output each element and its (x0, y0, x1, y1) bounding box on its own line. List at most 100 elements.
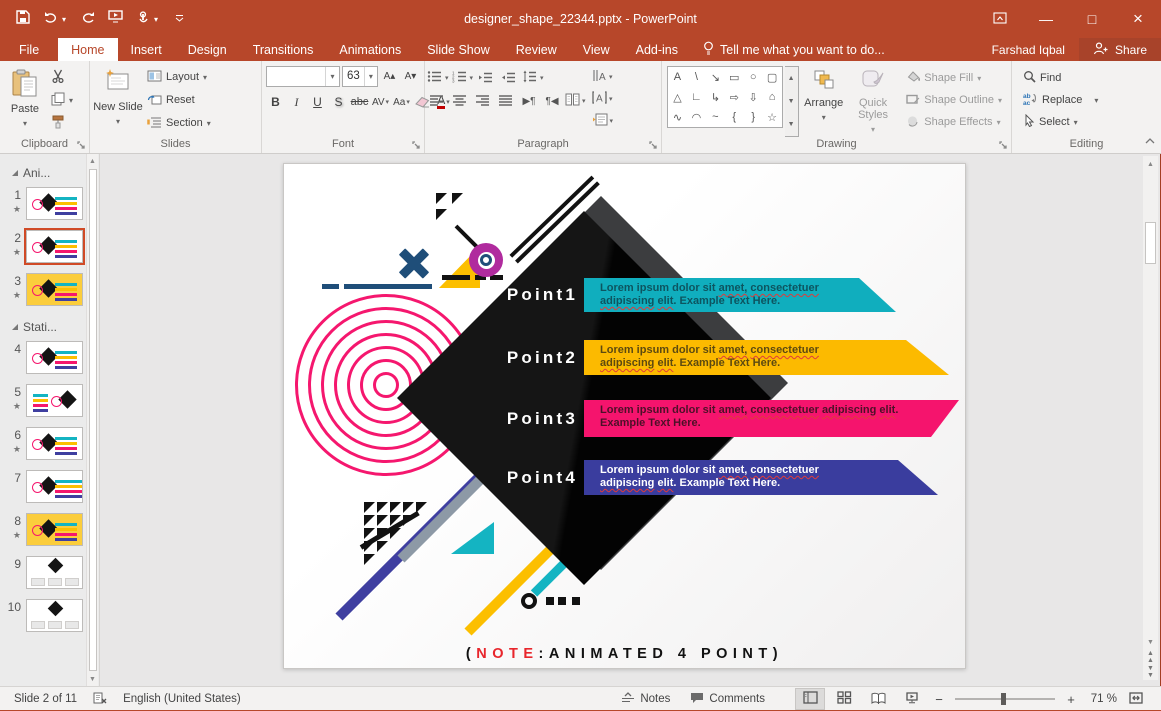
zoom-percentage[interactable]: 71 % (1083, 693, 1117, 705)
line-spacing-button[interactable]: ▾ (522, 68, 544, 88)
font-dialog-launcher-icon[interactable] (411, 140, 422, 151)
slide-thumbnail-4[interactable]: 4 (0, 341, 87, 374)
tab-design[interactable]: Design (175, 38, 240, 61)
point-label-1[interactable]: Point1 (434, 285, 578, 305)
rtl-text-direction-button[interactable]: ¶◀ (542, 91, 562, 111)
spell-check-icon[interactable] (93, 692, 107, 707)
scroll-up-icon[interactable]: ▲ (1147, 156, 1154, 172)
clipboard-dialog-launcher-icon[interactable] (76, 140, 87, 151)
collapse-ribbon-icon[interactable] (1145, 131, 1155, 149)
shape-right-arrow-icon[interactable]: ⇨ (725, 87, 744, 107)
tab-file[interactable]: File (0, 38, 58, 61)
close-button[interactable]: × (1115, 0, 1161, 38)
start-slideshow-icon[interactable] (102, 5, 128, 33)
text-shadow-button[interactable]: S (329, 92, 348, 113)
slideshow-view-button[interactable] (897, 688, 927, 710)
notes-button[interactable]: Notes (613, 687, 678, 711)
point-label-3[interactable]: Point3 (434, 409, 578, 429)
minimize-button[interactable]: — (1023, 0, 1069, 38)
replace-button[interactable]: abacReplace▾ (1020, 90, 1101, 110)
next-slide-button[interactable]: ▼▼ (1147, 665, 1154, 680)
shape-scribble-icon[interactable]: ∿ (668, 107, 687, 127)
align-center-button[interactable] (450, 91, 470, 111)
numbering-button[interactable]: 123▾ (452, 68, 474, 88)
shape-isoceles-triangle-icon[interactable]: △ (668, 87, 687, 107)
bullets-button[interactable]: ▾ (427, 68, 449, 88)
normal-view-button[interactable] (795, 688, 825, 710)
zoom-slider-thumb[interactable] (1001, 693, 1006, 705)
thumb-scroll-down-icon[interactable]: ▼ (89, 672, 96, 686)
slide-note-text[interactable]: (NOTE:ANIMATED 4 POINT) (284, 646, 965, 662)
shape-arc-icon[interactable]: ◠ (687, 107, 706, 127)
point-label-2[interactable]: Point2 (434, 348, 578, 368)
slide-thumbnail-1[interactable]: 1★ (0, 187, 87, 220)
point-banner-4[interactable]: Lorem ipsum dolor sit amet, consectetuer… (584, 460, 938, 495)
increase-font-size-button[interactable]: A▴ (380, 66, 399, 87)
align-text-button[interactable]: A▾ (592, 89, 614, 109)
scroll-thumb[interactable] (1145, 222, 1156, 264)
slide-sorter-view-button[interactable] (829, 688, 859, 710)
shape-rounded-rectangle-icon[interactable]: ▢ (763, 67, 782, 87)
font-size-combo[interactable]: 63▾ (342, 66, 378, 87)
increase-indent-button[interactable] (499, 68, 519, 88)
zoom-slider[interactable] (955, 698, 1055, 700)
touch-mode-dropdown-icon[interactable]: ▾ (154, 15, 164, 24)
tab-home[interactable]: Home (58, 38, 117, 61)
arrange-button[interactable]: Arrange▾ (799, 63, 849, 137)
align-left-button[interactable] (427, 91, 447, 111)
change-case-button[interactable]: Aa▾ (392, 92, 411, 113)
shape-left-brace-icon[interactable]: { (725, 107, 744, 127)
reading-view-button[interactable] (863, 688, 893, 710)
find-button[interactable]: Find (1020, 68, 1101, 88)
justify-button[interactable] (496, 91, 516, 111)
share-button[interactable]: Share (1079, 38, 1161, 61)
select-button[interactable]: Select▾ (1020, 112, 1101, 132)
cut-button[interactable] (48, 67, 76, 87)
ltr-text-direction-button[interactable]: ▶¶ (519, 91, 539, 111)
tab-view[interactable]: View (570, 38, 623, 61)
point-banner-1[interactable]: Lorem ipsum dolor sit amet, consectetuer… (584, 278, 896, 312)
fit-to-window-icon[interactable] (1121, 688, 1151, 710)
section-button[interactable]: Section▾ (144, 113, 214, 133)
paste-button[interactable]: Paste▾ (2, 63, 48, 137)
columns-button[interactable]: ▾ (565, 91, 586, 111)
copy-button[interactable]: ▾ (48, 90, 76, 110)
thumbnail-section-header[interactable]: Ani... (0, 162, 87, 184)
undo-icon[interactable] (38, 5, 64, 33)
tab-animations[interactable]: Animations (326, 38, 414, 61)
shape-rectangle-icon[interactable]: ▭ (725, 67, 744, 87)
slide-thumbnail-10[interactable]: 10 (0, 599, 87, 632)
convert-to-smartart-button[interactable]: ▾ (592, 111, 614, 131)
slide-indicator[interactable]: Slide 2 of 11 (14, 693, 77, 705)
decrease-indent-button[interactable] (476, 68, 496, 88)
slide-thumbnail-6[interactable]: 6★ (0, 427, 87, 460)
thumbnail-scrollbar[interactable]: ▲ ▼ (86, 154, 98, 686)
comments-button[interactable]: Comments (682, 687, 773, 711)
slide-thumbnail-7[interactable]: 7 (0, 470, 87, 503)
shape-curve-icon[interactable]: ~ (706, 107, 725, 127)
slide-thumbnail-8[interactable]: 8★ (0, 513, 87, 546)
character-spacing-button[interactable]: AV▾ (371, 92, 390, 113)
shape-outline-button[interactable]: Shape Outline▾ (903, 90, 1005, 110)
quick-styles-button[interactable]: Quick Styles▾ (849, 63, 897, 137)
maximize-button[interactable]: □ (1069, 0, 1115, 38)
ribbon-display-options-icon[interactable] (977, 0, 1023, 38)
shape-line-icon[interactable]: \ (687, 67, 706, 87)
scroll-down-icon[interactable]: ▼ (1147, 634, 1154, 650)
strikethrough-button[interactable]: abc (350, 92, 369, 113)
point-banner-3[interactable]: Lorem ipsum dolor sit amet, consectetuer… (584, 400, 959, 437)
new-slide-button[interactable]: New Slide▾ (92, 63, 144, 137)
tell-me-box[interactable]: Tell me what you want to do... (691, 38, 897, 61)
touch-mode-icon[interactable] (130, 5, 156, 33)
shapes-scroll-down-icon[interactable]: ▼ (785, 90, 798, 113)
shape-fill-button[interactable]: Shape Fill▾ (903, 68, 1005, 88)
shape-arrow-icon[interactable]: ↘ (706, 67, 725, 87)
undo-dropdown-icon[interactable]: ▾ (62, 15, 72, 24)
save-icon[interactable] (10, 5, 36, 33)
shape-elbow-connector-icon[interactable]: ∟ (687, 87, 706, 107)
format-painter-button[interactable] (48, 113, 76, 133)
slide-thumbnail-3[interactable]: 3★ (0, 273, 87, 306)
shape-elbow-arrow-connector-icon[interactable]: ↳ (706, 87, 725, 107)
layout-button[interactable]: Layout▾ (144, 67, 214, 87)
italic-button[interactable]: I (287, 92, 306, 113)
